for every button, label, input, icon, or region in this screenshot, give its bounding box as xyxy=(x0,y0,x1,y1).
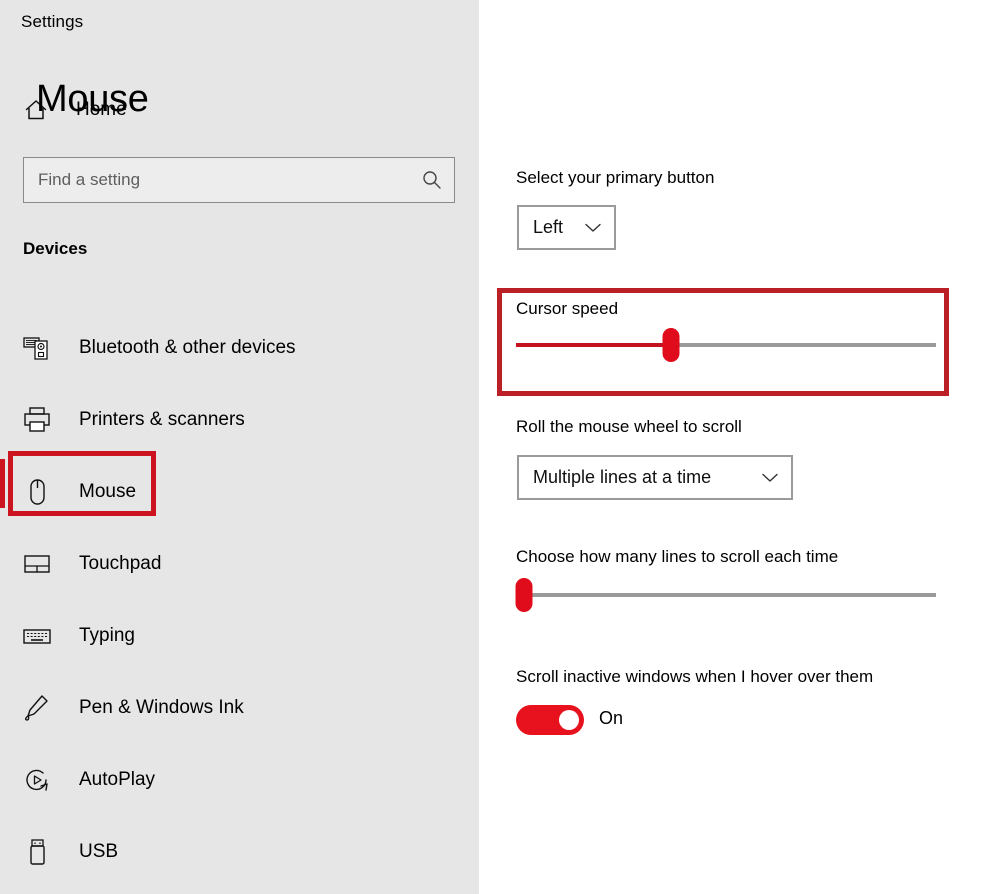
mouse-icon xyxy=(22,477,54,507)
sidebar-item-label: Mouse xyxy=(79,481,137,502)
usb-icon xyxy=(22,837,54,867)
sidebar-item-printers-scanners[interactable]: Printers & scanners xyxy=(0,384,479,456)
sidebar-item-touchpad[interactable]: Touchpad xyxy=(0,528,479,600)
sidebar-item-label: AutoPlay xyxy=(79,769,156,790)
sidebar-item-usb[interactable]: USB xyxy=(0,816,479,888)
scroll-lines-slider[interactable] xyxy=(515,578,936,612)
search-input[interactable] xyxy=(24,158,410,202)
sidebar-item-typing[interactable]: Typing xyxy=(0,600,479,672)
scroll-lines-label: Choose how many lines to scroll each tim… xyxy=(516,547,839,566)
slider-fill xyxy=(516,343,672,347)
chevron-down-icon xyxy=(585,223,614,233)
chevron-down-icon xyxy=(762,473,791,483)
sidebar: Settings Home Devices xyxy=(0,0,479,894)
slider-thumb[interactable] xyxy=(515,578,533,612)
slider-thumb[interactable] xyxy=(662,328,680,362)
toggle-knob xyxy=(559,710,579,730)
toggle-state-label: On xyxy=(599,708,624,728)
primary-button-value: Left xyxy=(533,217,564,237)
page-title: Mouse xyxy=(36,78,149,120)
cursor-speed-label: Cursor speed xyxy=(516,299,619,318)
sidebar-item-label: USB xyxy=(79,841,119,862)
touchpad-icon xyxy=(22,549,54,579)
sidebar-item-label: Bluetooth & other devices xyxy=(79,337,296,358)
sidebar-item-autoplay[interactable]: AutoPlay xyxy=(0,744,479,816)
search-box[interactable] xyxy=(23,157,455,203)
sidebar-item-label: Touchpad xyxy=(79,553,162,574)
sidebar-item-mouse[interactable]: Mouse xyxy=(0,456,479,528)
sidebar-item-label: Printers & scanners xyxy=(79,409,245,430)
bluetooth-devices-icon xyxy=(22,333,54,363)
primary-button-label: Select your primary button xyxy=(516,168,715,187)
sidebar-group-heading: Devices xyxy=(23,239,88,258)
printer-icon xyxy=(22,405,54,435)
slider-track xyxy=(516,593,936,597)
search-icon[interactable] xyxy=(410,169,454,191)
primary-button-dropdown[interactable]: Left xyxy=(517,205,616,250)
keyboard-icon xyxy=(22,621,54,651)
scroll-mode-dropdown[interactable]: Multiple lines at a time xyxy=(517,455,793,500)
scroll-inactive-toggle[interactable] xyxy=(516,705,584,735)
settings-window: Settings Home Devices xyxy=(0,0,1008,894)
sidebar-item-label: Pen & Windows Ink xyxy=(79,697,244,718)
scroll-inactive-label: Scroll inactive windows when I hover ove… xyxy=(516,667,874,686)
cursor-speed-slider[interactable] xyxy=(516,328,936,362)
app-title: Settings xyxy=(21,12,84,31)
main-content xyxy=(479,0,1008,894)
sidebar-item-label: Typing xyxy=(79,625,135,646)
sidebar-item-pen-windows-ink[interactable]: Pen & Windows Ink xyxy=(0,672,479,744)
pen-icon xyxy=(22,693,54,723)
sidebar-item-bluetooth-other-devices[interactable]: Bluetooth & other devices xyxy=(0,312,479,384)
autoplay-icon xyxy=(22,765,54,795)
scroll-mode-value: Multiple lines at a time xyxy=(533,467,712,487)
sidebar-nav-list: Bluetooth & other devices Printers & sca… xyxy=(0,312,479,888)
scroll-mode-label: Roll the mouse wheel to scroll xyxy=(516,417,742,436)
